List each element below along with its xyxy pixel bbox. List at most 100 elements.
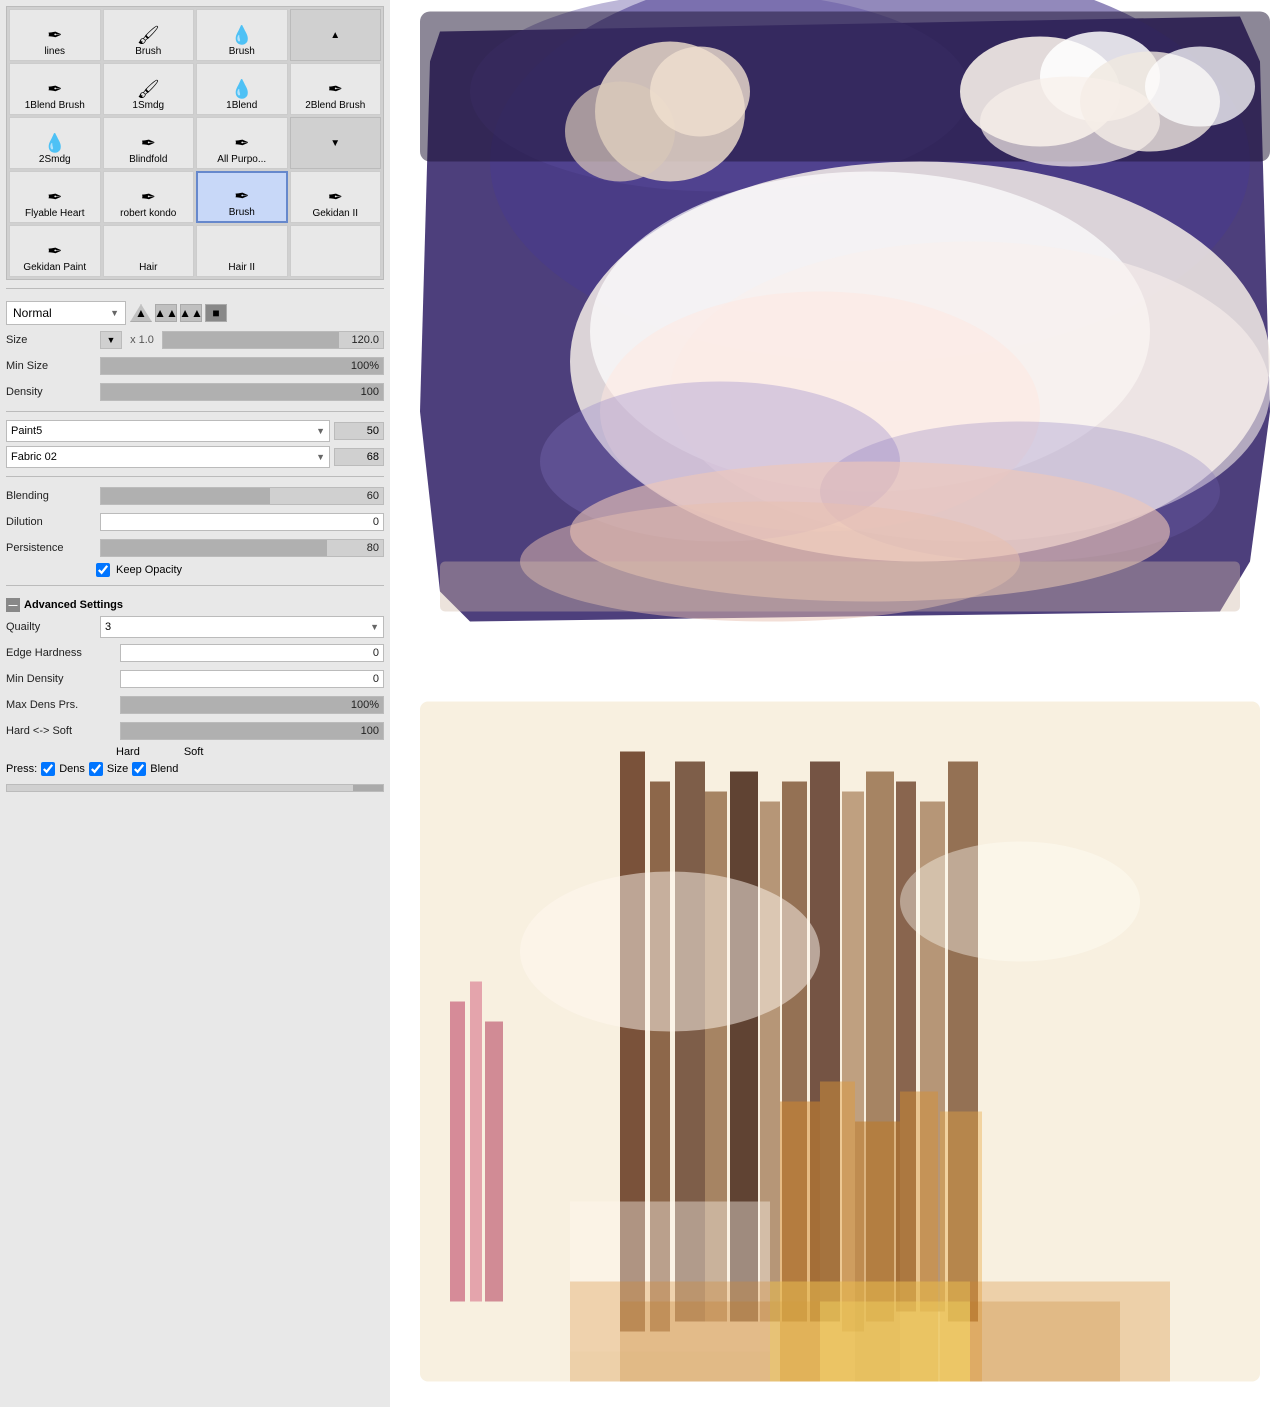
painting-top (420, 0, 1270, 622)
dens-checkbox[interactable] (41, 762, 55, 776)
density-slider[interactable]: 100 (100, 383, 384, 401)
brush-icon-allpurpose: ✒ (234, 134, 249, 152)
persistence-row: Persistence 80 (6, 537, 384, 559)
brush-tip-icons: ▲ ▲▲ ▲▲ ■ (130, 304, 227, 322)
min-size-row: Min Size 100% (6, 355, 384, 377)
brush-cell-flyable[interactable]: ✒ Flyable Heart (9, 171, 101, 223)
advanced-header-label: Advanced Settings (24, 599, 123, 611)
max-dens-slider[interactable]: 100% (120, 696, 384, 714)
brush-label-allpurpose: All Purpo... (217, 154, 266, 166)
painting-bottom (420, 702, 1260, 1382)
brush-label-robert: robert kondo (120, 208, 176, 220)
brush-cell-1blend[interactable]: 💧 1Blend (196, 63, 288, 115)
brush-cell-1smdg[interactable]: 🖌 1Smdg (103, 63, 195, 115)
hard-soft-row: Hard <-> Soft 100 (6, 720, 384, 742)
max-dens-row: Max Dens Prs. 100% (6, 694, 384, 716)
quality-value: 3 (105, 621, 111, 633)
tip-icon-4[interactable]: ■ (205, 304, 227, 322)
brush-icon-blindfold: ✒ (141, 134, 156, 152)
brush-icon-2smdg: 💧 (44, 134, 66, 152)
quality-dropdown[interactable]: 3 ▼ (100, 616, 384, 638)
brush-label-blindfold: Blindfold (129, 154, 167, 166)
fabric02-dropdown[interactable]: Fabric 02 ▼ (6, 446, 330, 468)
paint5-slider[interactable]: 50 (334, 422, 384, 440)
paint5-value: 50 (367, 425, 379, 437)
brush-cell-blindfold[interactable]: ✒ Blindfold (103, 117, 195, 169)
scrollbar-thumb (353, 785, 383, 791)
min-density-row: Min Density 0 (6, 668, 384, 690)
dilution-slider[interactable]: 0 (100, 513, 384, 531)
advanced-settings-header[interactable]: — Advanced Settings (6, 598, 384, 612)
press-row: Press: Dens Size Blend (6, 762, 384, 776)
tip-icon-1[interactable]: ▲ (130, 304, 152, 322)
scroll-up-button[interactable]: ▲ (290, 9, 382, 61)
blending-row: Blending 60 (6, 485, 384, 507)
brush-cell-gekidan2[interactable]: ✒ Gekidan II (290, 171, 382, 223)
brush-icon-1blend2: 💧 (231, 80, 253, 98)
panel-scrollbar[interactable] (6, 784, 384, 792)
paint5-dropdown[interactable]: Paint5 ▼ (6, 420, 330, 442)
brush-label-brush2: Brush (229, 46, 255, 58)
size-multiplier: x 1.0 (126, 334, 158, 346)
edge-hardness-row: Edge Hardness 0 (6, 642, 384, 664)
tip-icon-3[interactable]: ▲▲ (180, 304, 202, 322)
persistence-slider[interactable]: 80 (100, 539, 384, 557)
size-dropdown[interactable]: ▼ (100, 331, 122, 349)
max-dens-label: Max Dens Prs. (6, 699, 116, 711)
fabric02-slider[interactable]: 68 (334, 448, 384, 466)
blend-checkbox[interactable] (132, 762, 146, 776)
size-value: 120.0 (351, 334, 379, 346)
tip-icon-2[interactable]: ▲▲ (155, 304, 177, 322)
density-row: Density 100 (6, 381, 384, 403)
brush-cell-2blend-brush[interactable]: ✒ 2Blend Brush (290, 63, 382, 115)
size-slider[interactable]: 120.0 (162, 331, 384, 349)
edge-hardness-slider[interactable]: 0 (120, 644, 384, 662)
min-density-slider[interactable]: 0 (120, 670, 384, 688)
brush-cell-gekidan-paint[interactable]: ✒ Gekidan Paint (9, 225, 101, 277)
brush-icon-flyable: ✒ (47, 188, 62, 206)
scroll-down-button[interactable]: ▼ (290, 117, 382, 169)
density-fill (101, 384, 383, 400)
soft-label: Soft (184, 746, 204, 758)
brush-grid: ✒ lines 🖌 Brush 💧 Brush ▲ ✒ 1Blend Brush… (6, 6, 384, 280)
blend-mode-row: Normal ▼ ▲ ▲▲ ▲▲ ■ (6, 301, 384, 325)
brush-label-hair2: Hair II (228, 262, 255, 274)
brush-cell-empty (290, 225, 382, 277)
blend-mode-dropdown[interactable]: Normal ▼ (6, 301, 126, 325)
brush-icon-lines: ✒ (47, 26, 62, 44)
canvas-area[interactable] (390, 0, 1280, 1407)
dens-label: Dens (59, 763, 85, 775)
min-size-slider[interactable]: 100% (100, 357, 384, 375)
advanced-toggle-icon[interactable]: — (6, 598, 20, 612)
brush-cell-lines[interactable]: ✒ lines (9, 9, 101, 61)
paint5-arrow: ▼ (316, 426, 325, 436)
brush-cell-1blend-brush[interactable]: ✒ 1Blend Brush (9, 63, 101, 115)
hard-soft-fill (121, 723, 383, 739)
keep-opacity-checkbox[interactable] (96, 563, 110, 577)
brush-icon-gekidan2: ✒ (328, 188, 343, 206)
paint5-row: Paint5 ▼ 50 (6, 420, 384, 442)
brush-cell-robert-kondo[interactable]: ✒ robert kondo (103, 171, 195, 223)
quality-arrow: ▼ (370, 622, 379, 632)
brush-cell-hair[interactable]: Hair (103, 225, 195, 277)
brush-settings-panel: ✒ lines 🖌 Brush 💧 Brush ▲ ✒ 1Blend Brush… (0, 0, 390, 1407)
size-checkbox[interactable] (89, 762, 103, 776)
brush-cell-brush2[interactable]: 💧 Brush (196, 9, 288, 61)
brush-cell-2smdg[interactable]: 💧 2Smdg (9, 117, 101, 169)
brush-cell-brush1[interactable]: 🖌 Brush (103, 9, 195, 61)
brush-cell-brush-selected[interactable]: ✒ Brush (196, 171, 288, 223)
persistence-fill (101, 540, 327, 556)
blending-slider[interactable]: 60 (100, 487, 384, 505)
blending-value: 60 (367, 490, 379, 502)
blending-label: Blending (6, 490, 96, 502)
brush-cell-hair2[interactable]: Hair II (196, 225, 288, 277)
size-check-label: Size (107, 763, 128, 775)
hard-soft-slider[interactable]: 100 (120, 722, 384, 740)
painting-canvas (390, 0, 1280, 1407)
fabric02-label: Fabric 02 (11, 451, 57, 463)
brush-icon-1smdg: 🖌 (137, 80, 160, 98)
edge-hardness-label: Edge Hardness (6, 647, 116, 659)
density-value: 100 (361, 386, 379, 398)
size-row: Size ▼ x 1.0 120.0 (6, 329, 384, 351)
brush-cell-allpurpose[interactable]: ✒ All Purpo... (196, 117, 288, 169)
